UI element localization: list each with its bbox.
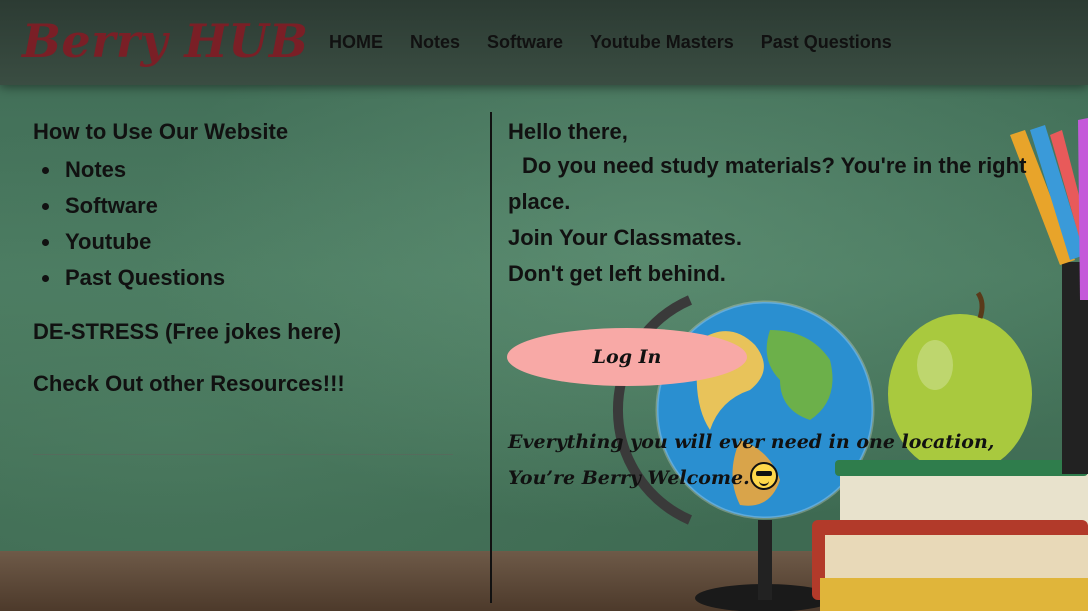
tagline-line1: Everything you will ever need in one loc… <box>508 431 995 453</box>
left-panel: How to Use Our Website Notes Software Yo… <box>33 116 453 455</box>
usage-list: Notes Software Youtube Past Questions <box>33 152 453 296</box>
desk-surface <box>0 551 1088 611</box>
tagline-line2: You’re Berry Welcome. <box>508 460 994 496</box>
greeting-text: Hello there, <box>508 119 628 144</box>
question-text-line2: place. <box>508 189 571 214</box>
column-divider <box>490 112 492 603</box>
smiling-face-with-sunglasses-icon <box>749 462 778 490</box>
site-header: Berry HUB HOME Notes Software Youtube Ma… <box>0 0 1088 85</box>
usage-item-notes[interactable]: Notes <box>33 152 453 188</box>
question-text-line1: Do you need study materials? You're in t… <box>522 153 1027 178</box>
nav-notes-link[interactable]: Notes <box>410 32 460 53</box>
nav-home-link[interactable]: HOME <box>329 32 383 53</box>
usage-item-youtube[interactable]: Youtube <box>33 224 453 260</box>
left-divider <box>33 454 453 455</box>
nav-past-questions-link[interactable]: Past Questions <box>761 32 892 53</box>
welcome-panel: Hello there, Do you need study materials… <box>508 116 1078 292</box>
other-resources-link[interactable]: Check Out other Resources!!! <box>33 368 453 400</box>
login-button[interactable]: Log In <box>507 328 747 386</box>
tagline-line2-text: You’re Berry Welcome. <box>508 467 750 489</box>
destress-link[interactable]: DE-STRESS (Free jokes here) <box>33 316 453 348</box>
usage-item-software[interactable]: Software <box>33 188 453 224</box>
nav-youtube-masters-link[interactable]: Youtube Masters <box>590 32 734 53</box>
usage-item-past-questions[interactable]: Past Questions <box>33 260 453 296</box>
tagline: Everything you will ever need in one loc… <box>508 424 994 496</box>
how-to-use-heading: How to Use Our Website <box>33 119 289 144</box>
warning-text: Don't get left behind. <box>508 261 726 286</box>
main-nav: HOME Notes Software Youtube Masters Past… <box>329 32 892 53</box>
nav-software-link[interactable]: Software <box>487 32 563 53</box>
join-text: Join Your Classmates. <box>508 225 742 250</box>
site-logo[interactable]: Berry HUB <box>22 14 308 68</box>
